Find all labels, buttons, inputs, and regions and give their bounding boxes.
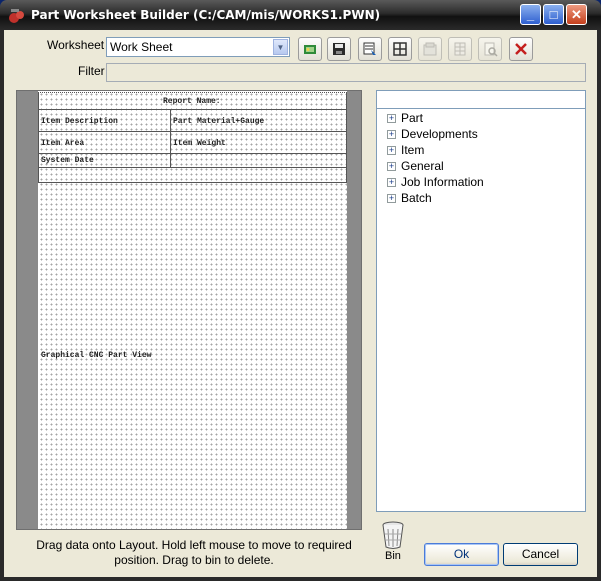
- grid-icon: [393, 42, 407, 56]
- save-button[interactable]: [327, 37, 351, 61]
- layout-sheet[interactable]: Report Name: Item Description Part Mater…: [38, 91, 347, 529]
- cancel-button[interactable]: Cancel: [503, 543, 578, 566]
- window-frame-right: [597, 30, 601, 581]
- system-date-field[interactable]: System Date: [41, 156, 94, 165]
- minimize-button[interactable]: _: [520, 4, 541, 25]
- layout-canvas[interactable]: Report Name: Item Description Part Mater…: [16, 90, 362, 530]
- delete-icon: [515, 43, 527, 55]
- divider: [38, 92, 39, 182]
- properties-icon: [423, 42, 437, 56]
- part-material-gauge-field[interactable]: Part Material+Gauge: [173, 117, 264, 126]
- report-name-field[interactable]: Report Name:: [163, 97, 221, 106]
- instructions-text: Drag data onto Layout. Hold left mouse t…: [36, 538, 352, 567]
- expand-icon[interactable]: +: [387, 162, 396, 171]
- window-title: Part Worksheet Builder (C:/CAM/mis/WORKS…: [31, 8, 381, 22]
- divider: [38, 131, 347, 132]
- ok-button[interactable]: Ok: [424, 543, 499, 566]
- select-layout-button[interactable]: [358, 37, 382, 61]
- tree-item-label: Item: [401, 143, 425, 157]
- delete-button[interactable]: [509, 37, 533, 61]
- worksheet-select-value: Work Sheet: [110, 40, 173, 54]
- chevron-down-icon[interactable]: ▼: [273, 39, 288, 55]
- new-sheet-button[interactable]: [298, 37, 322, 61]
- select-layout-icon: [363, 42, 376, 55]
- worksheet-label: Worksheet: [47, 38, 105, 52]
- preview-icon: [484, 42, 498, 57]
- app-icon: [9, 9, 24, 23]
- new-sheet-icon: [304, 45, 316, 54]
- tree-item-label: Batch: [401, 191, 432, 205]
- bin-label: Bin: [385, 550, 401, 562]
- item-area-field[interactable]: Item Area: [41, 139, 84, 148]
- tree-header: [376, 90, 586, 108]
- tree-item-label: Job Information: [401, 175, 484, 189]
- tree-item-label: Part: [401, 111, 424, 125]
- columns-icon: [454, 42, 466, 56]
- expand-icon[interactable]: +: [387, 130, 396, 139]
- graphical-cnc-view-field[interactable]: Graphical CNC Part View: [41, 351, 151, 360]
- divider: [38, 109, 347, 110]
- bin-icon[interactable]: [380, 520, 406, 550]
- divider: [346, 92, 347, 182]
- save-icon: [333, 43, 345, 55]
- worksheet-select[interactable]: Work Sheet ▼: [106, 37, 290, 57]
- title-bar[interactable]: Part Worksheet Builder (C:/CAM/mis/WORKS…: [0, 0, 601, 30]
- expand-icon[interactable]: +: [387, 146, 396, 155]
- tree-item-label: Developments: [401, 127, 478, 141]
- divider: [38, 92, 347, 93]
- properties-button[interactable]: [418, 37, 442, 61]
- expand-icon[interactable]: +: [387, 114, 396, 123]
- divider: [38, 182, 347, 183]
- close-button[interactable]: ✕: [566, 4, 587, 25]
- data-tree[interactable]: + Part + Developments + Item + General +…: [376, 108, 586, 512]
- columns-button[interactable]: [448, 37, 472, 61]
- filter-label: Filter: [78, 64, 105, 78]
- grid-button[interactable]: [388, 37, 412, 61]
- divider: [170, 109, 171, 167]
- item-description-field[interactable]: Item Description: [41, 117, 118, 126]
- maximize-button[interactable]: □: [543, 4, 564, 25]
- item-weight-field[interactable]: Item Weight: [173, 139, 226, 148]
- preview-button[interactable]: [478, 37, 502, 61]
- expand-icon[interactable]: +: [387, 178, 396, 187]
- divider: [38, 167, 347, 168]
- expand-icon[interactable]: +: [387, 194, 396, 203]
- tree-item-label: General: [401, 159, 444, 173]
- divider: [38, 153, 347, 154]
- window-frame-bottom: [0, 577, 601, 581]
- filter-field[interactable]: [106, 63, 586, 82]
